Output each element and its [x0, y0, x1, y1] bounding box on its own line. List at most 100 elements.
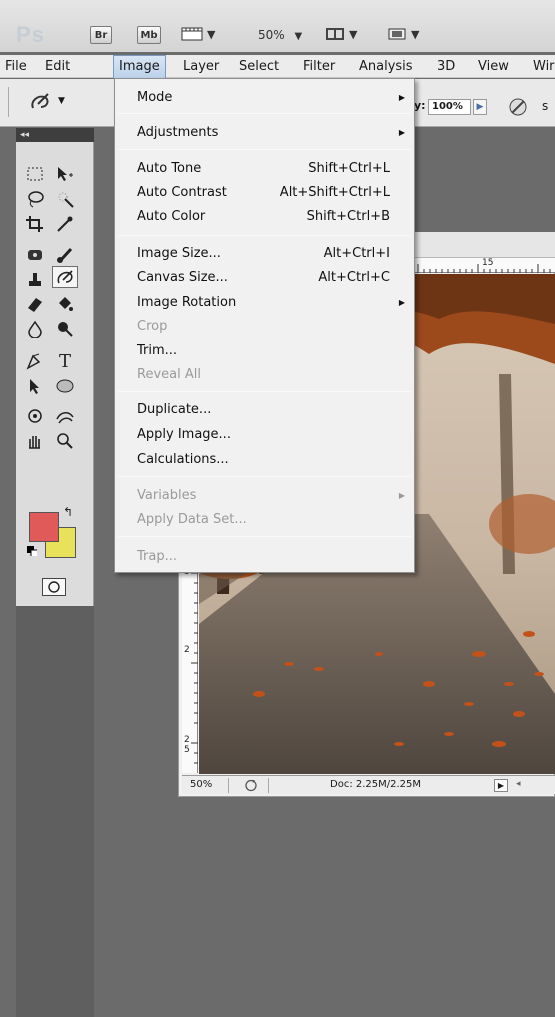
menu-item-label: Calculations...	[137, 452, 229, 467]
submenu-arrow-icon: ▶	[398, 128, 405, 137]
chevron-down-icon[interactable]: ▼	[58, 96, 65, 106]
arrange-documents-icon	[326, 28, 344, 40]
menu-item-crop: Crop	[115, 316, 414, 338]
rotate-view-icon[interactable]	[244, 779, 258, 792]
brush-icon[interactable]	[52, 244, 78, 266]
menu-item-apply-data-set: Apply Data Set...	[115, 509, 414, 531]
status-menu-arrow[interactable]: ▶	[494, 779, 508, 792]
rectangular-marquee-icon[interactable]	[22, 163, 48, 185]
menu-item-label: Auto Color	[137, 209, 206, 224]
menu-item-image-rotation[interactable]: Image Rotation ▶	[115, 292, 414, 314]
menu-item-label: Canvas Size...	[137, 270, 228, 285]
menu-item-trim[interactable]: Trim...	[115, 340, 414, 362]
pen-icon[interactable]	[22, 350, 48, 372]
menu-analysis[interactable]: Analysis	[354, 55, 418, 78]
lasso-icon[interactable]	[22, 188, 48, 210]
menu-item-adjustments[interactable]: Adjustments ▶	[115, 122, 414, 144]
menu-item-duplicate[interactable]: Duplicate...	[115, 399, 414, 421]
grip-divider	[8, 87, 9, 117]
menu-item-label: Image Rotation	[137, 295, 237, 310]
opacity-label: y:	[414, 99, 426, 112]
menu-item-auto-contrast[interactable]: Auto Contrast Alt+Shift+Ctrl+L	[115, 182, 414, 204]
3d-orbit-icon[interactable]	[52, 405, 78, 427]
path-selection-icon[interactable]	[22, 375, 48, 397]
move-tool-icon[interactable]	[52, 163, 78, 185]
screen-mode-dropdown[interactable]: ▼	[387, 27, 419, 41]
history-brush-icon[interactable]	[28, 91, 54, 113]
crop-icon[interactable]	[22, 213, 48, 235]
menu-separator	[118, 113, 411, 114]
menu-item-shortcut: Alt+Ctrl+C	[318, 270, 390, 285]
menu-item-label: Image Size...	[137, 246, 221, 261]
foreground-color-swatch-front[interactable]	[29, 512, 59, 542]
extras-dropdown[interactable]: ▼	[181, 27, 215, 41]
menu-item-label: Trap...	[137, 549, 177, 564]
arrange-documents-dropdown[interactable]: ▼	[325, 27, 357, 41]
eyedropper-icon[interactable]	[52, 213, 78, 235]
type-icon[interactable]: T	[52, 350, 78, 372]
menu-item-canvas-size[interactable]: Canvas Size... Alt+Ctrl+C	[115, 267, 414, 289]
menu-item-label: Apply Data Set...	[137, 512, 247, 527]
menu-item-auto-color[interactable]: Auto Color Shift+Ctrl+B	[115, 206, 414, 228]
opacity-field[interactable]: 100%	[428, 99, 471, 115]
menu-item-auto-tone[interactable]: Auto Tone Shift+Ctrl+L	[115, 158, 414, 180]
ruler-grid-icon	[181, 27, 203, 41]
menu-item-variables: Variables ▶	[115, 485, 414, 507]
menu-item-image-size[interactable]: Image Size... Alt+Ctrl+I	[115, 243, 414, 265]
scroll-left-arrow[interactable]: ◂	[516, 779, 521, 789]
menu-item-label: Adjustments	[137, 125, 219, 140]
hand-icon[interactable]	[22, 430, 48, 452]
3d-rotate-icon[interactable]	[22, 405, 48, 427]
menu-item-apply-image[interactable]: Apply Image...	[115, 424, 414, 446]
menu-item-label: Variables	[137, 488, 197, 503]
menu-select[interactable]: Select	[234, 55, 284, 78]
document-status-bar: 50% Doc: 2.25M/2.25M ▶ ◂	[182, 775, 555, 794]
menu-item-shortcut: Shift+Ctrl+B	[306, 209, 390, 224]
airbrush-icon[interactable]	[507, 96, 529, 118]
status-zoom-field[interactable]: 50%	[190, 779, 212, 790]
submenu-arrow-icon: ▶	[398, 298, 405, 307]
menu-image[interactable]: Image	[113, 55, 166, 78]
menu-view[interactable]: View	[473, 55, 514, 78]
menu-filter[interactable]: Filter	[298, 55, 340, 78]
menu-item-label: Reveal All	[137, 367, 201, 382]
chevron-down-icon: ▼	[207, 27, 216, 41]
menu-3d[interactable]: 3D	[432, 55, 460, 78]
menu-item-label: Crop	[137, 319, 168, 334]
chevron-down-icon: ▼	[294, 31, 303, 42]
ruler-top-mark: 15	[482, 258, 494, 268]
mini-bridge-button[interactable]: Mb	[137, 26, 161, 44]
menu-separator	[118, 476, 411, 477]
menu-window[interactable]: Wir	[528, 55, 555, 78]
menu-edit[interactable]: Edit	[40, 55, 75, 78]
menu-item-shortcut: Alt+Ctrl+I	[323, 246, 390, 261]
ellipse-shape-icon[interactable]	[52, 375, 78, 397]
menu-bar: File Edit Image Layer Select Filter Anal…	[0, 55, 555, 78]
default-colors-icon[interactable]	[27, 546, 37, 556]
menu-item-mode[interactable]: Mode ▶	[115, 87, 414, 109]
clone-stamp-icon[interactable]	[22, 268, 48, 290]
menu-item-label: Duplicate...	[137, 402, 212, 417]
ruler-left-mark: 5	[184, 745, 190, 755]
history-brush-tool-icon[interactable]	[52, 266, 78, 288]
tools-panel-header[interactable]: ◂◂	[16, 128, 94, 142]
quick-selection-icon[interactable]	[52, 188, 78, 210]
opacity-slider-arrow[interactable]: ▶	[473, 99, 487, 115]
swap-colors-icon[interactable]: ↰	[63, 505, 73, 519]
zoom-icon[interactable]	[52, 430, 78, 452]
photoshop-logo: Ps	[16, 22, 45, 47]
quick-mask-button[interactable]	[42, 578, 66, 596]
paint-bucket-icon[interactable]	[52, 293, 78, 315]
ruler-left-mark: 2	[184, 645, 190, 655]
eraser-icon[interactable]	[22, 293, 48, 315]
screen-mode-icon	[388, 28, 406, 40]
zoom-select[interactable]: 50% ▼	[258, 28, 302, 42]
menu-item-label: Auto Tone	[137, 161, 202, 176]
spot-healing-icon[interactable]	[22, 244, 48, 266]
bridge-button[interactable]: Br	[90, 26, 112, 44]
menu-file[interactable]: File	[0, 55, 32, 78]
menu-layer[interactable]: Layer	[178, 55, 224, 78]
menu-item-calculations[interactable]: Calculations...	[115, 449, 414, 471]
dodge-icon[interactable]	[52, 318, 78, 340]
blur-icon[interactable]	[22, 318, 48, 340]
